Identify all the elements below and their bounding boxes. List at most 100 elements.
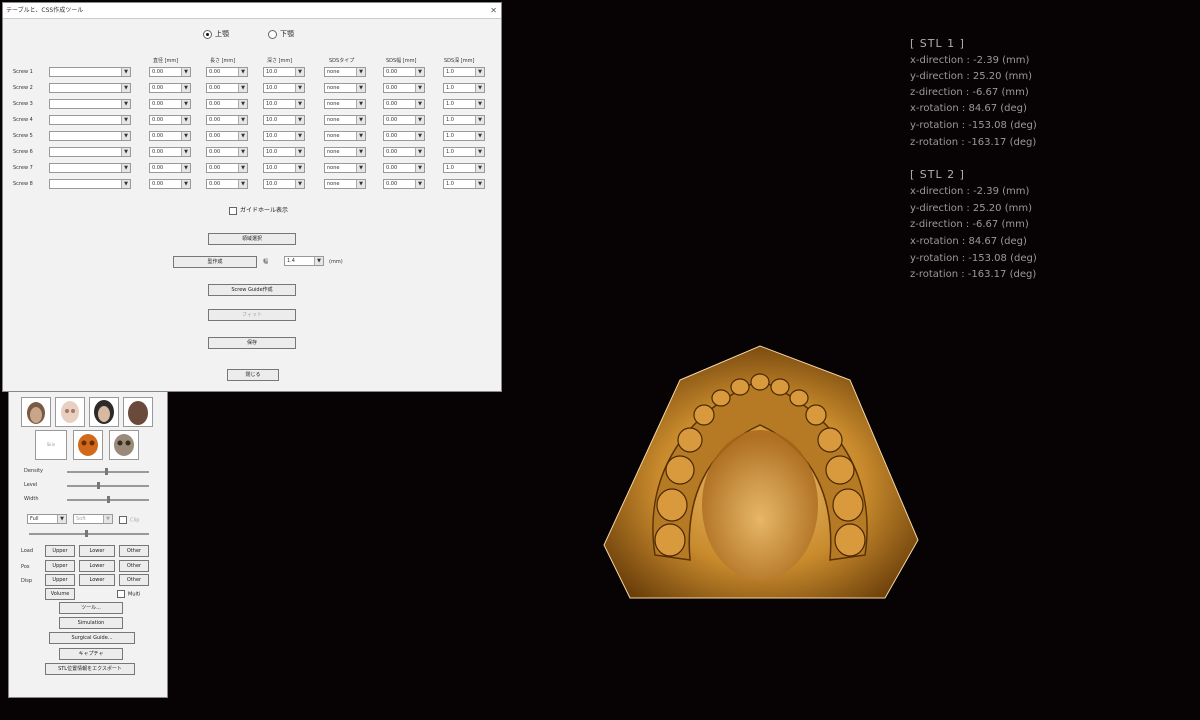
screw-param-select[interactable]: none ▼ [324, 67, 366, 77]
chevron-down-icon[interactable]: ▼ [356, 68, 365, 76]
screw-param-select[interactable]: 10.0 ▼ [263, 67, 305, 77]
capture-button[interactable]: キャプチャ [59, 648, 123, 660]
screw-param-select[interactable]: none ▼ [324, 99, 366, 109]
chevron-down-icon[interactable]: ▼ [475, 100, 484, 108]
chevron-down-icon[interactable]: ▼ [181, 84, 190, 92]
width-thumb[interactable] [107, 496, 110, 503]
disp-other-button[interactable]: Other [119, 574, 149, 586]
pos-other-button[interactable]: Other [119, 560, 149, 572]
chevron-down-icon[interactable]: ▼ [356, 164, 365, 172]
tissue-select[interactable]: Soft ▼ [73, 514, 113, 524]
chevron-down-icon[interactable]: ▼ [238, 68, 247, 76]
chevron-down-icon[interactable]: ▼ [356, 116, 365, 124]
screw-guide-create-button[interactable]: Screw Guide作成 [208, 284, 296, 296]
radio-upper-dot[interactable] [203, 29, 212, 39]
chevron-down-icon[interactable]: ▼ [238, 84, 247, 92]
width-slider[interactable] [67, 496, 149, 503]
implant-select[interactable]: ▼ [49, 179, 131, 189]
chevron-down-icon[interactable]: ▼ [238, 116, 247, 124]
screw-param-select[interactable]: 1.0 ▼ [443, 83, 485, 93]
screw-param-select[interactable]: 0.00 ▼ [206, 99, 248, 109]
chevron-down-icon[interactable]: ▼ [295, 68, 304, 76]
implant-select[interactable]: ▼ [49, 67, 131, 77]
screw-param-select[interactable]: 0.00 ▼ [149, 99, 191, 109]
screw-param-select[interactable]: 0.00 ▼ [383, 99, 425, 109]
chevron-down-icon[interactable]: ▼ [295, 84, 304, 92]
level-slider[interactable] [67, 482, 149, 489]
screw-param-select[interactable]: 0.00 ▼ [149, 163, 191, 173]
chevron-down-icon[interactable]: ▼ [415, 164, 424, 172]
multi-check-box[interactable] [117, 590, 125, 598]
screw-param-select[interactable]: 0.00 ▼ [206, 83, 248, 93]
screw-param-select[interactable]: 10.0 ▼ [263, 99, 305, 109]
chevron-down-icon[interactable]: ▼ [121, 116, 130, 124]
chevron-down-icon[interactable]: ▼ [181, 164, 190, 172]
screw-param-select[interactable]: 0.00 ▼ [206, 179, 248, 189]
screw-param-select[interactable]: 0.00 ▼ [206, 67, 248, 77]
chevron-down-icon[interactable]: ▼ [475, 116, 484, 124]
screw-param-select[interactable]: 1.0 ▼ [443, 131, 485, 141]
screw-param-select[interactable]: none ▼ [324, 179, 366, 189]
load-lower-button[interactable]: Lower [79, 545, 115, 557]
screw-param-select[interactable]: 0.00 ▼ [206, 147, 248, 157]
disp-lower-button[interactable]: Lower [79, 574, 115, 586]
face-back-thumb[interactable] [123, 397, 153, 427]
chevron-down-icon[interactable]: ▼ [475, 84, 484, 92]
chevron-down-icon[interactable]: ▼ [475, 180, 484, 188]
simulation-button[interactable]: Simulation [59, 617, 123, 629]
chevron-down-icon[interactable]: ▼ [475, 132, 484, 140]
clip-checkbox[interactable]: Clip [119, 516, 139, 524]
chevron-down-icon[interactable]: ▼ [121, 148, 130, 156]
chevron-down-icon[interactable]: ▼ [415, 132, 424, 140]
chevron-down-icon[interactable]: ▼ [238, 132, 247, 140]
face-hair-thumb[interactable] [89, 397, 119, 427]
close-button[interactable]: 閉じる [227, 369, 279, 381]
clip-slider[interactable] [29, 530, 149, 537]
screw-param-select[interactable]: 0.00 ▼ [383, 115, 425, 125]
chevron-down-icon[interactable]: ▼ [238, 164, 247, 172]
chevron-down-icon[interactable]: ▼ [356, 148, 365, 156]
radio-lower-dot[interactable] [268, 29, 277, 39]
chevron-down-icon[interactable]: ▼ [121, 180, 130, 188]
implant-select[interactable]: ▼ [49, 115, 131, 125]
chevron-down-icon[interactable]: ▼ [295, 148, 304, 156]
guide-hole-checkbox[interactable]: ガイドホール表示 [229, 205, 288, 215]
chevron-down-icon[interactable]: ▼ [121, 68, 130, 76]
chevron-down-icon[interactable]: ▼ [181, 68, 190, 76]
screw-param-select[interactable]: 10.0 ▼ [263, 163, 305, 173]
screw-param-select[interactable]: 0.00 ▼ [383, 179, 425, 189]
chevron-down-icon[interactable]: ▼ [475, 68, 484, 76]
chevron-down-icon[interactable]: ▼ [415, 148, 424, 156]
chevron-down-icon[interactable]: ▼ [238, 180, 247, 188]
render-mode-select[interactable]: Full ▼ [27, 514, 67, 524]
chevron-down-icon[interactable]: ▼ [121, 132, 130, 140]
chevron-down-icon[interactable]: ▼ [295, 164, 304, 172]
screw-param-select[interactable]: 0.00 ▼ [149, 179, 191, 189]
chevron-down-icon[interactable]: ▼ [181, 148, 190, 156]
screw-param-select[interactable]: 1.0 ▼ [443, 147, 485, 157]
face-skull-thumb[interactable] [55, 397, 85, 427]
level-thumb[interactable] [97, 482, 100, 489]
dental-model-viewport[interactable] [600, 340, 920, 605]
screw-param-select[interactable]: none ▼ [324, 163, 366, 173]
screw-param-select[interactable]: 1.0 ▼ [443, 115, 485, 125]
radio-upper[interactable]: 上顎 [203, 29, 229, 39]
chevron-down-icon[interactable]: ▼ [415, 180, 424, 188]
screw-param-select[interactable]: 0.00 ▼ [149, 115, 191, 125]
chevron-down-icon[interactable]: ▼ [121, 84, 130, 92]
screw-param-select[interactable]: 10.0 ▼ [263, 83, 305, 93]
chevron-down-icon[interactable]: ▼ [356, 180, 365, 188]
implant-select[interactable]: ▼ [49, 131, 131, 141]
clip-thumb[interactable] [85, 530, 88, 537]
stl-export-button[interactable]: STL位置情報をエクスポート [45, 663, 135, 675]
load-other-button[interactable]: Other [119, 545, 149, 557]
screw-param-select[interactable]: 0.00 ▼ [206, 131, 248, 141]
screw-param-select[interactable]: 0.00 ▼ [206, 115, 248, 125]
chevron-down-icon[interactable]: ▼ [295, 132, 304, 140]
screw-param-select[interactable]: 0.00 ▼ [383, 147, 425, 157]
screw-param-select[interactable]: none ▼ [324, 83, 366, 93]
chevron-down-icon[interactable]: ▼ [181, 180, 190, 188]
chevron-down-icon[interactable]: ▼ [295, 180, 304, 188]
screw-param-select[interactable]: 0.00 ▼ [383, 163, 425, 173]
screw-param-select[interactable]: 1.0 ▼ [443, 179, 485, 189]
